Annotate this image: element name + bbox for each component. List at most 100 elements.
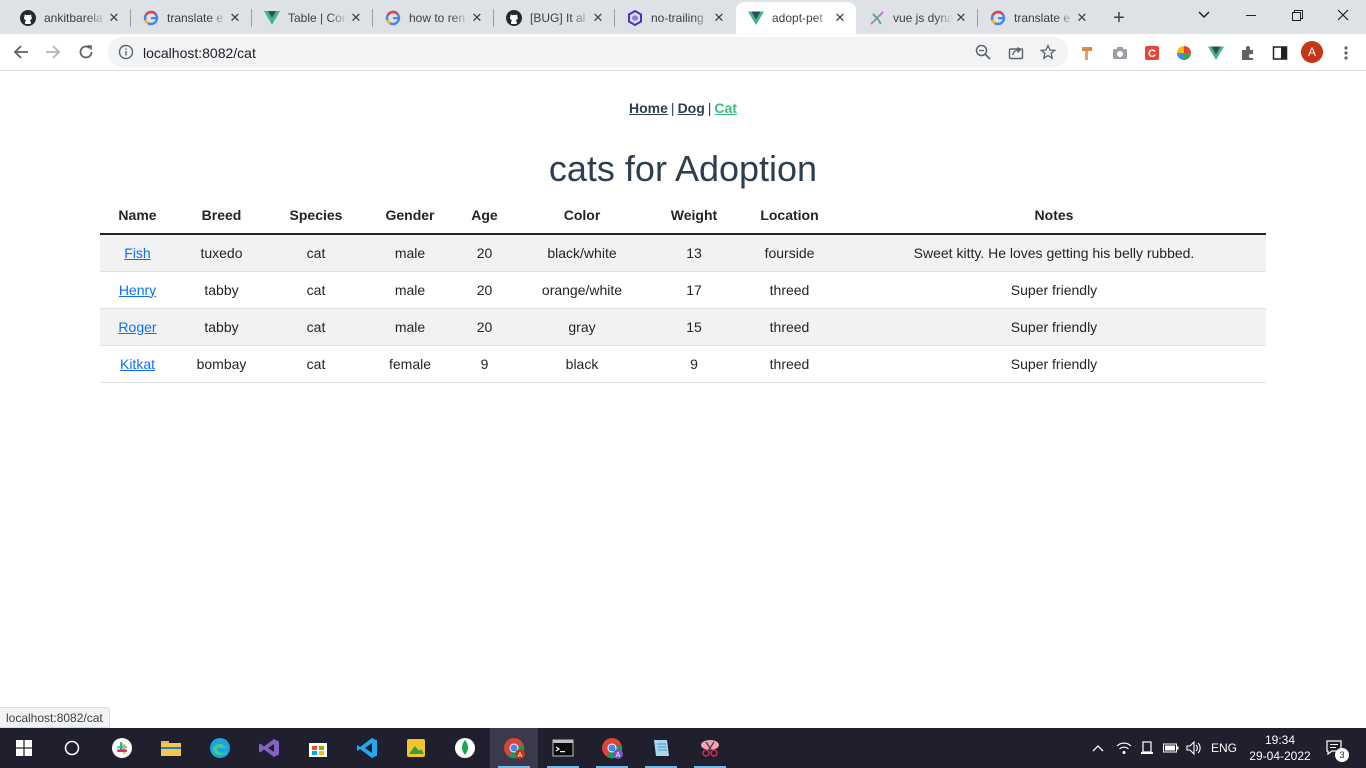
restore-button[interactable] <box>1274 0 1320 30</box>
table-cell: cat <box>268 234 364 272</box>
browser-tab[interactable]: vue js dyna ✕ <box>857 2 977 34</box>
nav-link-cat[interactable]: Cat <box>714 100 737 116</box>
taskbar-slack[interactable] <box>98 728 146 768</box>
browser-tab[interactable]: translate e ✕ <box>131 2 251 34</box>
scissors-icon <box>701 740 719 757</box>
camera-extension-icon[interactable] <box>1111 44 1129 62</box>
table-cell: 20 <box>456 308 513 346</box>
tab-title: Table | Cor <box>288 11 346 25</box>
taskbar-chrome-profile[interactable]: A <box>588 728 636 768</box>
browser-tab-strip: ankitbarela ✕ translate e ✕ Table | Cor … <box>0 0 1366 34</box>
side-panel-icon[interactable] <box>1271 44 1289 62</box>
column-header[interactable]: Gender <box>364 196 456 235</box>
browser-tab[interactable]: [BUG] It al ✕ <box>494 2 614 34</box>
search-button[interactable] <box>48 728 96 768</box>
table-row: Kitkat bombay cat female 9 black 9 three… <box>100 345 1266 383</box>
browser-tab[interactable]: how to ren ✕ <box>373 2 493 34</box>
close-icon[interactable]: ✕ <box>832 10 848 26</box>
table-row: Fish tuxedo cat male 20 black/white 13 f… <box>100 234 1266 272</box>
share-icon[interactable] <box>1008 44 1024 60</box>
column-header[interactable]: Name <box>100 196 175 235</box>
taskbar-terminal[interactable] <box>539 728 587 768</box>
taskbar-snipping-tool[interactable] <box>686 728 734 768</box>
nav-link-dog[interactable]: Dog <box>678 100 705 116</box>
tray-battery[interactable] <box>1161 728 1181 768</box>
column-header[interactable]: Weight <box>651 196 737 235</box>
tray-network[interactable] <box>1114 728 1134 768</box>
browser-tab[interactable]: translate e ✕ <box>978 2 1098 34</box>
taskbar-image-app[interactable] <box>392 728 440 768</box>
minimize-icon <box>1246 14 1256 16</box>
pet-name-link[interactable]: Fish <box>124 245 150 261</box>
code-extension-icon[interactable]: C <box>1143 44 1161 62</box>
forward-button[interactable] <box>39 38 67 66</box>
puzzle-icon[interactable] <box>1239 44 1257 62</box>
close-icon[interactable]: ✕ <box>711 10 727 26</box>
close-icon[interactable]: ✕ <box>469 10 485 26</box>
kebab-menu-icon[interactable] <box>1337 44 1355 62</box>
pet-name-link[interactable]: Kitkat <box>120 356 155 372</box>
tab-search-button[interactable] <box>1181 0 1227 30</box>
browser-tab[interactable]: no-trailing ✕ <box>615 2 735 34</box>
close-icon[interactable]: ✕ <box>106 10 122 26</box>
close-window-button[interactable] <box>1320 0 1366 30</box>
color-wheel-extension-icon[interactable] <box>1175 44 1193 62</box>
close-icon[interactable]: ✕ <box>227 10 243 26</box>
browser-tab-active[interactable]: adopt-pet ✕ <box>736 2 856 34</box>
star-icon[interactable] <box>1040 44 1056 60</box>
arrow-left-icon <box>13 45 28 59</box>
action-center-button[interactable]: 3 <box>1318 728 1352 768</box>
column-header[interactable]: Location <box>737 196 842 235</box>
profile-avatar[interactable]: A <box>1301 41 1323 63</box>
clock-time: 19:34 <box>1264 733 1296 747</box>
table-row: Roger tabby cat male 20 gray 15 threed S… <box>100 308 1266 346</box>
tab-title: translate e <box>167 11 224 25</box>
pet-name-link[interactable]: Roger <box>118 319 156 335</box>
column-header[interactable]: Breed <box>175 196 268 235</box>
column-header[interactable]: Notes <box>842 196 1266 235</box>
table-cell: tabby <box>175 308 268 346</box>
tray-device[interactable] <box>1137 728 1157 768</box>
table-cell: male <box>364 234 456 272</box>
close-icon[interactable]: ✕ <box>590 10 606 26</box>
start-button[interactable] <box>0 728 48 768</box>
zoom-icon[interactable] <box>975 44 991 60</box>
close-icon[interactable]: ✕ <box>1074 10 1090 26</box>
taskbar-edge[interactable] <box>196 728 244 768</box>
hammer-extension-icon[interactable] <box>1079 44 1097 62</box>
column-header[interactable]: Age <box>456 196 513 235</box>
tab-title: adopt-pet <box>772 11 823 25</box>
taskbar-notepad[interactable] <box>637 728 685 768</box>
pet-name-link[interactable]: Henry <box>119 282 156 298</box>
taskbar-vscode[interactable] <box>343 728 391 768</box>
browser-tab[interactable]: Table | Cor ✕ <box>252 2 372 34</box>
vue-devtools-icon[interactable] <box>1207 44 1225 62</box>
tray-volume[interactable] <box>1184 728 1204 768</box>
taskbar-clock[interactable]: 19:34 29-04-2022 <box>1245 732 1315 764</box>
new-tab-button[interactable]: + <box>1106 5 1132 31</box>
back-button[interactable] <box>7 38 35 66</box>
taskbar-file-explorer[interactable] <box>147 728 195 768</box>
taskbar-visual-studio[interactable] <box>245 728 293 768</box>
info-icon[interactable] <box>118 44 134 60</box>
table-cell: 13 <box>651 234 737 272</box>
reload-button[interactable] <box>72 38 100 66</box>
tray-overflow-button[interactable] <box>1088 728 1108 768</box>
tray-language[interactable]: ENG <box>1208 728 1240 768</box>
table-cell: cat <box>268 308 364 346</box>
column-header[interactable]: Color <box>513 196 651 235</box>
google-icon <box>143 10 159 26</box>
nav-link-home[interactable]: Home <box>629 100 668 116</box>
url-text[interactable]: localhost:8082/cat <box>143 45 256 61</box>
column-header[interactable]: Species <box>268 196 364 235</box>
minimize-button[interactable] <box>1228 0 1274 30</box>
taskbar-store[interactable] <box>294 728 342 768</box>
chevron-up-icon <box>1092 745 1104 752</box>
eslint-icon <box>627 10 643 26</box>
close-icon[interactable]: ✕ <box>953 10 969 26</box>
browser-tab[interactable]: ankitbarela ✕ <box>8 2 130 34</box>
taskbar-chrome-active[interactable]: A <box>490 728 538 768</box>
address-bar[interactable]: localhost:8082/cat <box>108 37 1068 67</box>
close-icon[interactable]: ✕ <box>348 10 364 26</box>
taskbar-mongodb-compass[interactable] <box>441 728 489 768</box>
